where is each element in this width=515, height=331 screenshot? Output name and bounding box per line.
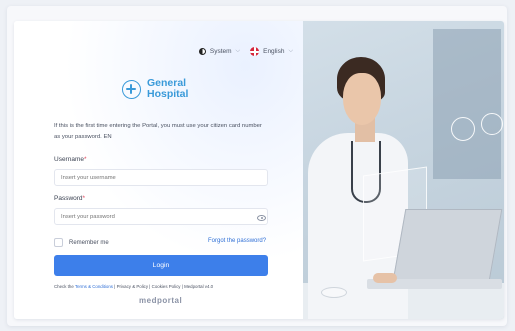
password-label: Password*: [54, 195, 85, 202]
login-panel: System ⌵ English ⌵ General Hospital If t…: [14, 21, 303, 319]
laptop: [392, 209, 503, 281]
mouse: [321, 287, 347, 298]
username-label: Username*: [54, 156, 87, 163]
privacy-link[interactable]: Privacy & Policy: [117, 284, 148, 289]
login-button[interactable]: Login: [54, 255, 268, 276]
footer-links: Check the Terms & Conditions | Privacy &…: [54, 284, 213, 289]
doctor-hand: [373, 273, 397, 283]
remember-label: Remember me: [69, 239, 109, 246]
chevron-down-icon: ⌵: [235, 48, 241, 54]
flag-icon: [250, 47, 260, 56]
required-marker: *: [83, 156, 87, 163]
footer-prefix: Check the: [54, 284, 75, 289]
theme-icon: [198, 48, 206, 55]
language-selector[interactable]: English ⌵: [250, 47, 293, 56]
eye-icon[interactable]: [257, 215, 266, 221]
login-card: System ⌵ English ⌵ General Hospital If t…: [14, 21, 504, 319]
hud-ring: [481, 113, 503, 135]
required-marker: *: [82, 195, 86, 202]
terms-link[interactable]: Terms & Conditions: [75, 284, 113, 289]
username-input[interactable]: [54, 169, 268, 186]
hospital-logo: General Hospital: [122, 78, 188, 100]
forgot-password-link[interactable]: Forgot the password?: [208, 238, 266, 244]
chevron-down-icon: ⌵: [288, 48, 293, 54]
language-label: English: [263, 48, 285, 55]
theme-selector[interactable]: System ⌵: [198, 48, 241, 55]
password-input[interactable]: [54, 208, 268, 225]
logo-text: General Hospital: [147, 78, 188, 100]
remember-checkbox[interactable]: [54, 238, 63, 247]
doctor-face: [343, 73, 381, 125]
hud-panel: [433, 29, 501, 179]
topbar: System ⌵ English ⌵: [198, 47, 293, 56]
version-text: Medportal v4.0: [184, 284, 214, 289]
cookies-link[interactable]: Cookies Policy: [152, 284, 181, 289]
remember-me[interactable]: Remember me: [54, 238, 109, 247]
medportal-brand: medportal: [139, 296, 183, 305]
username-label-text: Username: [54, 156, 84, 163]
password-label-text: Password: [54, 195, 83, 202]
logo-line-2: Hospital: [147, 88, 189, 100]
intro-text: If this is the first time entering the P…: [54, 123, 262, 140]
doctor-photo: [303, 21, 504, 319]
cross-logo-icon: [122, 79, 141, 99]
theme-label: System: [209, 48, 232, 55]
hud-ring: [451, 117, 475, 141]
